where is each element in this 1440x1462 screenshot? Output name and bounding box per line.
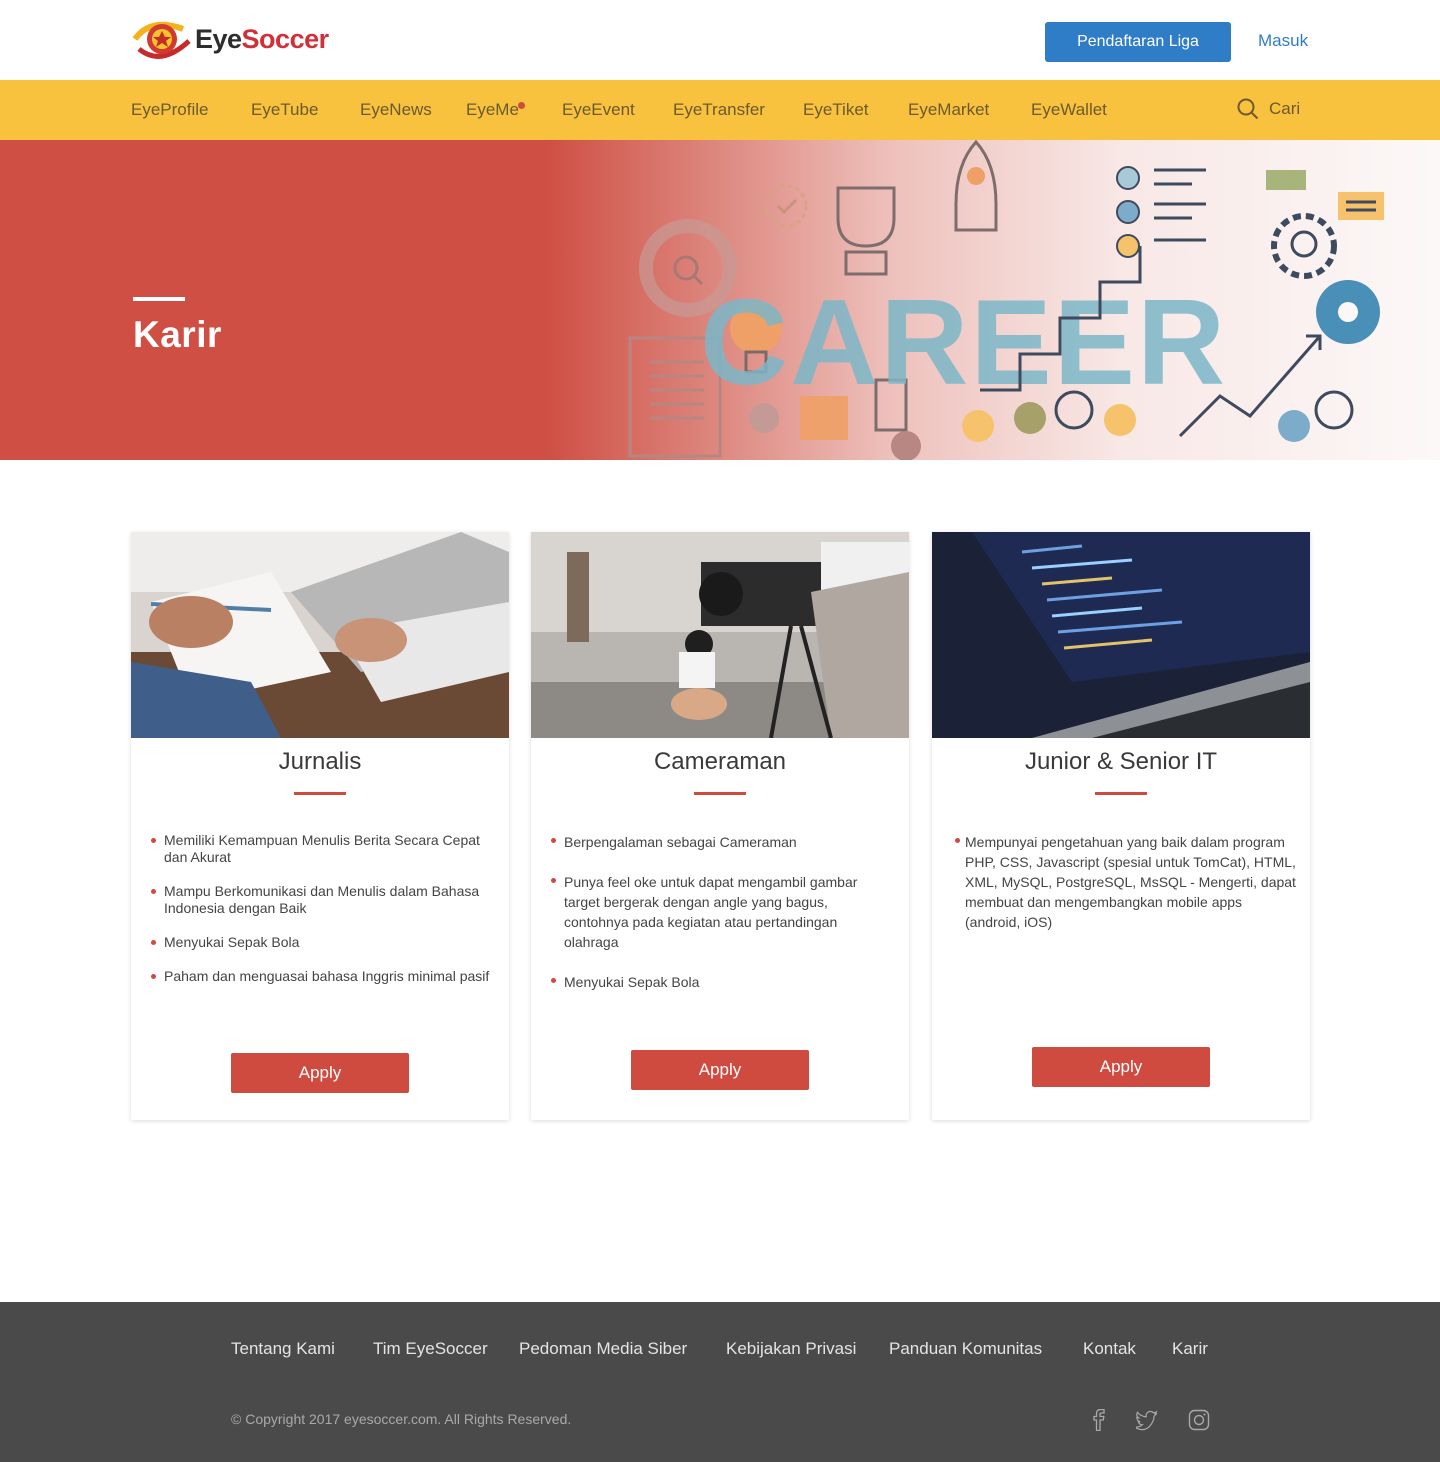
eyesoccer-logo[interactable]: EyeSoccer [131,18,329,60]
journalist-photo [131,532,509,738]
main-nav: EyeProfile EyeTube EyeNews EyeMe EyeEven… [0,80,1440,140]
nav-eyenews[interactable]: EyeNews [360,100,432,120]
footer-link-kontak[interactable]: Kontak [1083,1339,1136,1359]
nav-eyemarket[interactable]: EyeMarket [908,100,989,120]
nav-eyetiket[interactable]: EyeTiket [803,100,869,120]
career-illustration: CAREER [628,140,1384,460]
career-word-art: CAREER [700,274,1227,410]
nav-eyeprofile[interactable]: EyeProfile [131,100,208,120]
nav-eyetransfer[interactable]: EyeTransfer [673,100,765,120]
job-card-jurnalis: Jurnalis Memiliki Kemampuan Menulis Beri… [131,532,509,1120]
logo-soccer-text: Soccer [241,23,330,54]
search-button[interactable]: Cari [1237,98,1300,120]
nav-eyeevent[interactable]: EyeEvent [562,100,635,120]
facebook-icon[interactable] [1088,1408,1110,1432]
requirement-item: Berpengalaman sebagai Cameraman [548,832,892,852]
requirement-item: Punya feel oke untuk dapat mengambil gam… [548,872,892,952]
laptop-code-photo [932,532,1310,738]
title-underline [1095,792,1147,795]
career-hero-banner: CAREER Karir [0,140,1440,460]
requirement-list: Memiliki Kemampuan Menulis Berita Secara… [148,832,492,985]
requirement-item: Mempunyai pengetahuan yang baik dalam pr… [952,832,1296,932]
copyright-text: © Copyright 2017 eyesoccer.com. All Righ… [231,1411,572,1427]
requirement-item: Menyukai Sepak Bola [148,934,492,951]
league-registration-button[interactable]: Pendaftaran Liga [1045,22,1231,62]
footer-link-panduan-komunitas[interactable]: Panduan Komunitas [889,1339,1042,1359]
footer-link-karir[interactable]: Karir [1172,1339,1208,1359]
footer-link-tentang-kami[interactable]: Tentang Kami [231,1339,335,1359]
job-title: Jurnalis [278,748,362,775]
search-icon [1237,98,1259,120]
apply-button[interactable]: Apply [231,1053,409,1093]
eyeme-notification-dot [518,102,525,109]
footer-link-tim-eyesoccer[interactable]: Tim EyeSoccer [373,1339,488,1359]
logo-wordmark: EyeSoccer [195,24,329,55]
requirement-list: Berpengalaman sebagai Cameraman Punya fe… [548,832,892,992]
apply-button[interactable]: Apply [1032,1047,1210,1087]
logo-eye-text: Eye [195,23,242,54]
login-link[interactable]: Masuk [1258,31,1308,51]
apply-button[interactable]: Apply [631,1050,809,1090]
search-label: Cari [1269,99,1301,118]
requirement-list: Mempunyai pengetahuan yang baik dalam pr… [952,832,1296,932]
top-header: EyeSoccer Pendaftaran Liga Masuk [0,0,1440,80]
cameraman-photo [531,532,909,738]
job-card-cameraman: Cameraman Berpengalaman sebagai Camerama… [531,532,909,1120]
nav-eyewallet[interactable]: EyeWallet [1031,100,1107,120]
instagram-icon[interactable] [1188,1409,1210,1431]
job-card-it: Junior & Senior IT Mempunyai pengetahuan… [932,532,1310,1120]
requirement-item: Menyukai Sepak Bola [548,972,892,992]
requirement-item: Paham dan menguasai bahasa Inggris minim… [148,968,492,985]
requirement-item: Memiliki Kemampuan Menulis Berita Secara… [148,832,492,866]
job-title: Cameraman [653,748,787,775]
nav-eyetube[interactable]: EyeTube [251,100,318,120]
title-underline [294,792,346,795]
footer-link-pedoman-media-siber[interactable]: Pedoman Media Siber [519,1339,687,1359]
job-title: Junior & Senior IT [1024,748,1218,775]
page-title: Karir [133,314,222,355]
eye-ball-logo-icon [131,19,193,59]
footer-link-kebijakan-privasi[interactable]: Kebijakan Privasi [726,1339,856,1359]
twitter-icon[interactable] [1133,1409,1158,1431]
site-footer: Tentang Kami Tim EyeSoccer Pedoman Media… [0,1302,1440,1462]
nav-eyeme[interactable]: EyeMe [466,100,519,120]
hero-accent-line [133,297,185,301]
requirement-item: Mampu Berkomunikasi dan Menulis dalam Ba… [148,883,492,917]
title-underline [694,792,746,795]
